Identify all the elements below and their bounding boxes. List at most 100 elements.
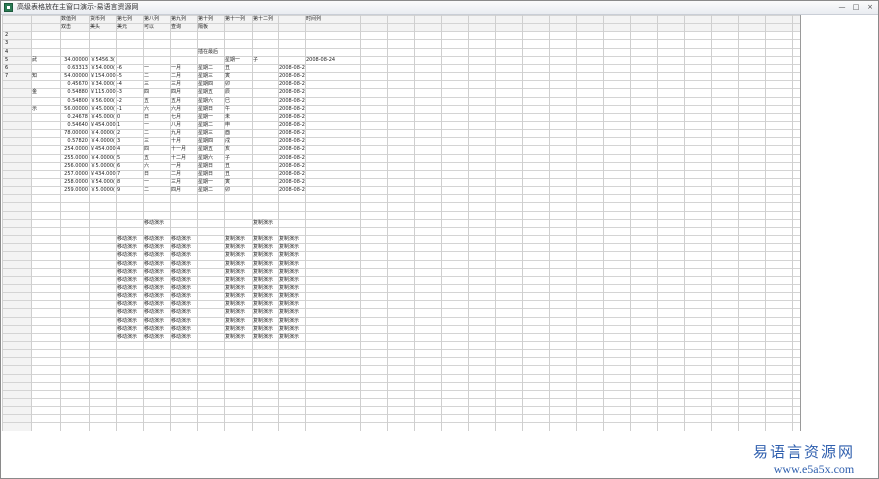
- table-cell[interactable]: 6: [116, 162, 143, 170]
- table-cell[interactable]: 三月: [170, 80, 197, 88]
- copy-demo-cell[interactable]: 复制演示: [278, 300, 305, 308]
- move-demo-cell[interactable]: 移动演示: [143, 333, 170, 341]
- table-cell[interactable]: ￥34.000(: [89, 80, 116, 88]
- move-demo-cell[interactable]: 移动演示: [170, 243, 197, 251]
- copy-demo-cell[interactable]: 复制演示: [224, 276, 252, 284]
- table-cell[interactable]: 星期二: [197, 121, 224, 129]
- move-demo-cell[interactable]: 移动演示: [170, 292, 197, 300]
- row-number[interactable]: 2: [2, 31, 30, 39]
- move-demo-cell[interactable]: 移动演示: [116, 308, 143, 316]
- table-cell[interactable]: 三月: [170, 178, 197, 186]
- copy-demo-cell[interactable]: 复制演示: [252, 243, 278, 251]
- column-subheader[interactable]: 隔板: [197, 23, 224, 31]
- table-cell[interactable]: 一: [143, 178, 170, 186]
- column-header[interactable]: 第十一列: [224, 15, 252, 23]
- table-cell[interactable]: 34.00000: [60, 56, 89, 64]
- column-header[interactable]: 第八列: [143, 15, 170, 23]
- copy-demo-cell[interactable]: 复制演示: [252, 284, 278, 292]
- copy-demo-cell[interactable]: 复制演示: [278, 325, 305, 333]
- table-cell[interactable]: 日: [143, 170, 170, 178]
- table-cell[interactable]: ￥56.000(: [89, 97, 116, 105]
- move-demo-cell[interactable]: 移动演示: [116, 243, 143, 251]
- copy-demo-cell[interactable]: 复制演示: [224, 284, 252, 292]
- table-cell[interactable]: 丑: [224, 170, 252, 178]
- move-demo-cell[interactable]: 移动演示: [143, 251, 170, 259]
- table-cell[interactable]: 午: [224, 105, 252, 113]
- cell-note[interactable]: 插在最后: [197, 48, 224, 56]
- table-cell[interactable]: 星期二: [197, 186, 224, 194]
- copy-demo-cell[interactable]: 复制演示: [252, 235, 278, 243]
- move-demo-cell[interactable]: 移动演示: [143, 308, 170, 316]
- table-cell[interactable]: 2008-08-24: [278, 64, 305, 72]
- column-subheader[interactable]: 查询: [170, 23, 197, 31]
- copy-demo-cell[interactable]: 复制演示: [224, 268, 252, 276]
- table-cell[interactable]: 259.0000: [60, 186, 89, 194]
- move-demo-cell[interactable]: 移动演示: [116, 292, 143, 300]
- column-header[interactable]: 时间列: [305, 15, 360, 23]
- table-cell[interactable]: 丑: [224, 162, 252, 170]
- move-demo-cell[interactable]: 移动演示: [143, 284, 170, 292]
- table-cell[interactable]: 1: [116, 121, 143, 129]
- column-header[interactable]: 第七列: [116, 15, 143, 23]
- copy-demo-cell[interactable]: 复制演示: [252, 325, 278, 333]
- table-cell[interactable]: 四: [143, 145, 170, 153]
- move-demo-cell[interactable]: 移动演示: [170, 300, 197, 308]
- table-cell[interactable]: ￥54.000(: [89, 64, 116, 72]
- table-cell[interactable]: 7: [116, 170, 143, 178]
- move-demo-cell[interactable]: 移动演示: [116, 284, 143, 292]
- table-cell[interactable]: 一: [143, 64, 170, 72]
- row-number[interactable]: 3: [2, 39, 30, 47]
- column-header[interactable]: 货币列: [89, 15, 116, 23]
- table-cell[interactable]: 2008-08-24: [278, 129, 305, 137]
- copy-demo-cell[interactable]: 复制演示: [278, 260, 305, 268]
- table-cell[interactable]: ￥115.000: [89, 88, 116, 96]
- side-label[interactable]: 金: [31, 88, 60, 96]
- table-cell[interactable]: 十二月: [170, 154, 197, 162]
- copy-demo-cell[interactable]: 复制演示: [252, 317, 278, 325]
- table-cell[interactable]: ￥54.000(: [89, 178, 116, 186]
- table-cell[interactable]: -3: [116, 88, 143, 96]
- copy-demo-cell[interactable]: 复制演示: [252, 292, 278, 300]
- table-cell[interactable]: 星期六: [197, 97, 224, 105]
- row-number[interactable]: 7: [2, 72, 30, 80]
- table-cell[interactable]: 星期一: [197, 113, 224, 121]
- table-cell[interactable]: 星期一: [224, 56, 252, 64]
- table-cell[interactable]: 5: [116, 154, 143, 162]
- move-demo-cell[interactable]: 移动演示: [170, 284, 197, 292]
- copy-demo-cell[interactable]: 复制演示: [278, 317, 305, 325]
- move-demo-cell[interactable]: 移动演示: [170, 268, 197, 276]
- table-cell[interactable]: 子: [252, 56, 278, 64]
- copy-demo-cell[interactable]: 复制演示: [224, 235, 252, 243]
- table-cell[interactable]: 9: [116, 186, 143, 194]
- close-button[interactable]: ×: [865, 2, 875, 12]
- move-demo-cell[interactable]: 移动演示: [143, 292, 170, 300]
- table-cell[interactable]: 六: [143, 105, 170, 113]
- table-cell[interactable]: 一月: [170, 64, 197, 72]
- column-header[interactable]: 第九列: [170, 15, 197, 23]
- table-cell[interactable]: 未: [224, 113, 252, 121]
- table-cell[interactable]: ￥5456.3(: [89, 56, 116, 64]
- table-cell[interactable]: 星期五: [197, 145, 224, 153]
- maximize-button[interactable]: □: [851, 2, 861, 12]
- copy-demo-cell[interactable]: 复制演示: [278, 308, 305, 316]
- table-cell[interactable]: -6: [116, 64, 143, 72]
- table-cell[interactable]: ￥45.000(: [89, 113, 116, 121]
- table-cell[interactable]: -4: [116, 80, 143, 88]
- table-cell[interactable]: 4: [116, 145, 143, 153]
- table-cell[interactable]: 2008-08-24: [278, 105, 305, 113]
- table-cell[interactable]: 星期三: [197, 129, 224, 137]
- table-cell[interactable]: 2008-08-24: [278, 97, 305, 105]
- table-cell[interactable]: 2008-08-24: [278, 113, 305, 121]
- copy-demo-cell[interactable]: 复制演示: [224, 292, 252, 300]
- table-cell[interactable]: 三: [143, 80, 170, 88]
- table-cell[interactable]: 2008-08-24: [278, 178, 305, 186]
- table-cell[interactable]: 十月: [170, 137, 197, 145]
- move-demo-cell[interactable]: 移动演示: [170, 276, 197, 284]
- table-cell[interactable]: 二: [143, 186, 170, 194]
- move-demo-cell[interactable]: 移动演示: [116, 325, 143, 333]
- copy-demo-cell[interactable]: 复制演示: [224, 251, 252, 259]
- copy-demo-cell[interactable]: 复制演示: [278, 292, 305, 300]
- copy-demo-cell[interactable]: 复制演示: [224, 333, 252, 341]
- table-cell[interactable]: 寅: [224, 72, 252, 80]
- copy-demo-cell[interactable]: 复制演示: [252, 276, 278, 284]
